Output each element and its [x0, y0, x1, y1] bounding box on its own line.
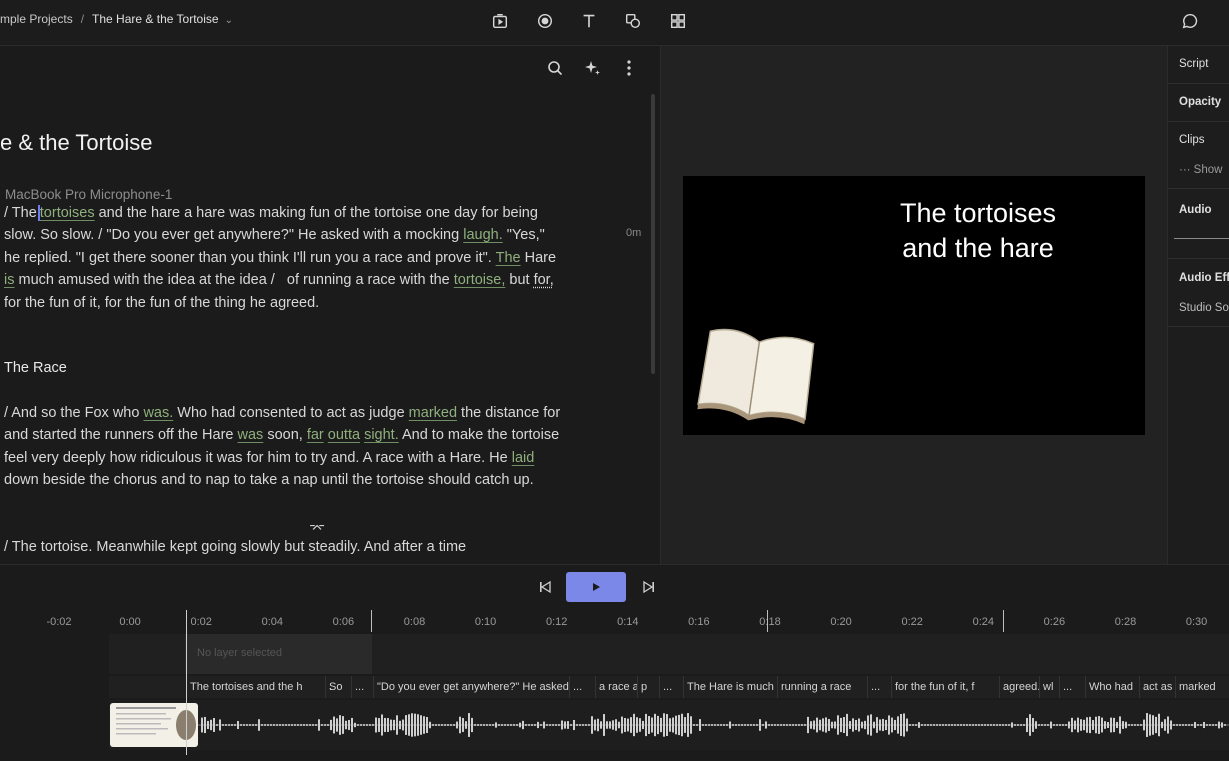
opacity-section[interactable]: Opacity: [1179, 96, 1221, 108]
script-segment[interactable]: "Do you ever get anywhere?" He asked v: [373, 676, 569, 698]
preview-panel: The tortoises and the hare: [660, 46, 1167, 564]
text-cursor-icon: ⌤: [309, 520, 326, 536]
script-editor[interactable]: e & the Tortoise MacBook Pro Microphone-…: [0, 46, 659, 564]
timeline-tick: 0:28: [1114, 616, 1137, 628]
timeline-tick: 0:10: [474, 616, 497, 628]
present-icon[interactable]: [489, 10, 511, 32]
audio-slider[interactable]: [1174, 238, 1229, 239]
script-segment[interactable]: marked: [1175, 676, 1225, 698]
timeline-marker[interactable]: [371, 610, 372, 632]
search-icon[interactable]: [545, 58, 565, 78]
timeline-tick: 0:18: [759, 616, 781, 628]
timeline-tick: 0:08: [403, 616, 426, 628]
playhead[interactable]: [186, 610, 187, 755]
timeline-tick: 0:20: [830, 616, 852, 628]
timeline-tick: 0:14: [617, 616, 639, 628]
audio-effects-section[interactable]: Audio Effe: [1179, 272, 1229, 284]
chevron-down-icon[interactable]: ⌄: [225, 15, 233, 26]
script-segment[interactable]: wl: [1039, 676, 1057, 698]
timeline-tick: 0:24: [972, 616, 995, 628]
script-track[interactable]: The tortoises and the h...So..."Do you e…: [109, 676, 1229, 698]
script-paragraph-1[interactable]: / The tortoises and the hare a hare was m…: [4, 202, 564, 314]
comment-icon[interactable]: [1179, 10, 1201, 32]
timeline-marker[interactable]: [767, 610, 768, 632]
record-icon[interactable]: [534, 10, 556, 32]
script-segment[interactable]: agreed. A: [999, 676, 1041, 698]
divider: [1168, 326, 1229, 327]
script-segment[interactable]: ...: [659, 676, 685, 698]
divider: [1168, 121, 1229, 122]
play-button[interactable]: [566, 572, 626, 602]
skip-back-icon[interactable]: [538, 580, 552, 594]
top-bar: mple Projects / The Hare & the Tortoise ⌄: [0, 0, 1229, 46]
script-segment[interactable]: ...: [867, 676, 891, 698]
slide-title-line-1: The tortoises: [899, 198, 1057, 228]
audio-track[interactable]: [109, 700, 1229, 750]
script-segment[interactable]: running a race: [777, 676, 867, 698]
script-segment[interactable]: The Hare is much: [683, 676, 777, 698]
timeline-tick: 0:04: [261, 616, 284, 628]
script-tab[interactable]: Script: [1179, 58, 1208, 70]
timeline-tick: 0:16: [688, 616, 710, 628]
audio-waveform: [197, 713, 1229, 737]
breadcrumb: mple Projects / The Hare & the Tortoise ⌄: [0, 12, 233, 26]
studio-sound-option[interactable]: Studio So: [1179, 302, 1229, 314]
slide-title[interactable]: The tortoises and the hare: [865, 196, 1091, 266]
script-segment[interactable]: p: [637, 676, 657, 698]
audio-section[interactable]: Audio: [1179, 204, 1212, 216]
script-segment[interactable]: ...: [351, 676, 375, 698]
script-paragraph-2[interactable]: / And so the Fox who was. Who had consen…: [4, 402, 564, 492]
timeline-tick: 0:30: [1185, 616, 1208, 628]
speaker-label[interactable]: MacBook Pro Microphone-1: [5, 187, 172, 202]
script-segment[interactable]: for the fun of it, f: [891, 676, 999, 698]
timeline-tick: 0:00: [119, 616, 141, 628]
slide-canvas[interactable]: The tortoises and the hare: [683, 176, 1145, 435]
document-title[interactable]: e & the Tortoise: [0, 130, 152, 156]
clip-thumbnail[interactable]: [110, 703, 198, 747]
script-segment[interactable]: The tortoises and the h: [186, 676, 325, 698]
divider: [1168, 188, 1229, 189]
section-heading[interactable]: The Race: [4, 360, 67, 376]
book-image[interactable]: [691, 316, 821, 431]
divider: [1168, 258, 1229, 259]
timeline-tick: 0:26: [1043, 616, 1066, 628]
clips-show-more[interactable]: ··· Show: [1179, 164, 1222, 176]
time-marker-label: 0m: [626, 227, 642, 239]
grid-icon[interactable]: [667, 10, 689, 32]
properties-panel: Script Opacity Clips ··· Show Audio Audi…: [1167, 46, 1229, 564]
breadcrumb-parent[interactable]: mple Projects: [0, 12, 73, 26]
script-segment[interactable]: ...: [569, 676, 591, 698]
play-icon: [593, 583, 600, 591]
timeline-tick: 0:02: [190, 616, 212, 628]
timeline-tick: 0:06: [332, 616, 355, 628]
script-segment[interactable]: So: [325, 676, 347, 698]
breadcrumb-separator: /: [80, 12, 85, 26]
divider: [1168, 83, 1229, 84]
script-paragraph-3[interactable]: / The tortoise. Meanwhile kept going slo…: [4, 536, 564, 558]
script-segment[interactable]: a race a: [595, 676, 637, 698]
script-segment[interactable]: Who had: [1085, 676, 1139, 698]
timeline-marker[interactable]: [1003, 610, 1004, 632]
skip-forward-icon[interactable]: [642, 580, 656, 594]
no-layer-label: No layer selected: [197, 647, 282, 659]
clips-section[interactable]: Clips: [1179, 134, 1205, 146]
script-segment[interactable]: ...: [1059, 676, 1083, 698]
sparkle-icon[interactable]: [582, 58, 602, 78]
editor-scrollbar[interactable]: [651, 94, 655, 374]
shapes-icon[interactable]: [622, 10, 644, 32]
timeline-tick: 0:12: [545, 616, 568, 628]
timeline[interactable]: -0:02 0:00 0:02 0:04 0:06 0:08 0:10 0:12 0:14 0:1…: [0, 608, 1229, 761]
breadcrumb-current[interactable]: The Hare & the Tortoise: [92, 12, 219, 26]
slide-title-line-2: and the hare: [902, 233, 1054, 263]
transport-bar: [0, 564, 1229, 609]
timeline-tick: 0:22: [901, 616, 923, 628]
text-icon[interactable]: [578, 10, 600, 32]
script-segment[interactable]: act as: [1139, 676, 1175, 698]
timeline-tick: -0:02: [46, 616, 72, 628]
no-layer-placeholder: No layer selected: [185, 634, 372, 674]
more-vertical-icon[interactable]: [619, 58, 639, 78]
